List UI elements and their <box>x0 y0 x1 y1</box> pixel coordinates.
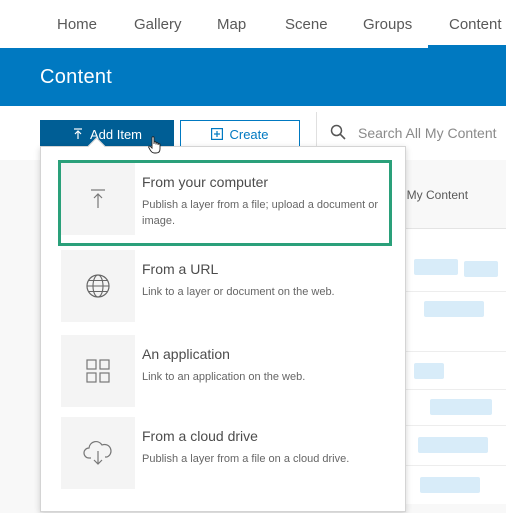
content-list-background <box>400 228 506 504</box>
create-label: Create <box>229 126 269 142</box>
nav-item-home[interactable]: Home <box>57 16 97 33</box>
option-description: Link to a layer or document on the web. <box>142 286 335 298</box>
option-icon-box <box>61 417 135 489</box>
apps-grid-icon <box>86 359 110 383</box>
option-icon-box <box>61 250 135 322</box>
list-row-divider <box>400 351 506 352</box>
list-row-divider <box>400 291 506 292</box>
list-row-divider <box>400 465 506 466</box>
list-item <box>418 437 488 453</box>
list-row-divider <box>400 389 506 390</box>
nav-item-content[interactable]: Content <box>449 16 502 33</box>
page-title: Content <box>40 66 113 88</box>
plus-square-icon <box>211 128 224 140</box>
page-banner: Content <box>0 48 506 106</box>
list-item <box>464 261 498 277</box>
option-description: Link to an application on the web. <box>142 371 306 383</box>
cloud-download-icon <box>83 440 112 465</box>
option-title: An application <box>142 346 230 362</box>
list-item <box>420 477 480 493</box>
top-nav: Home Gallery Map Scene Groups Content <box>0 0 506 49</box>
option-from-url[interactable]: From a URL Link to a layer or document o… <box>61 250 387 322</box>
upload-icon <box>73 128 82 139</box>
nav-item-scene[interactable]: Scene <box>285 16 328 33</box>
option-title: From a cloud drive <box>142 428 258 444</box>
create-button[interactable]: Create <box>180 120 300 148</box>
nav-item-gallery[interactable]: Gallery <box>134 16 182 33</box>
hand-cursor-icon <box>148 136 161 154</box>
nav-item-map[interactable]: Map <box>217 16 246 33</box>
search-input[interactable]: Search All My Content <box>358 125 497 141</box>
all-my-content-label: ll My Content <box>398 188 469 202</box>
globe-icon <box>86 274 110 298</box>
option-description: Publish a layer from a file on a cloud d… <box>142 453 350 465</box>
list-item <box>424 301 484 317</box>
nav-item-groups[interactable]: Groups <box>363 16 412 33</box>
option-title: From a URL <box>142 261 219 277</box>
option-from-cloud-drive[interactable]: From a cloud drive Publish a layer from … <box>61 417 387 489</box>
list-item <box>414 363 444 379</box>
list-item <box>430 399 492 415</box>
list-row-divider <box>400 425 506 426</box>
option-icon-box <box>61 335 135 407</box>
search-icon <box>330 124 346 140</box>
highlight-box <box>58 160 392 246</box>
option-an-application[interactable]: An application Link to an application on… <box>61 335 387 407</box>
list-item <box>414 259 458 275</box>
